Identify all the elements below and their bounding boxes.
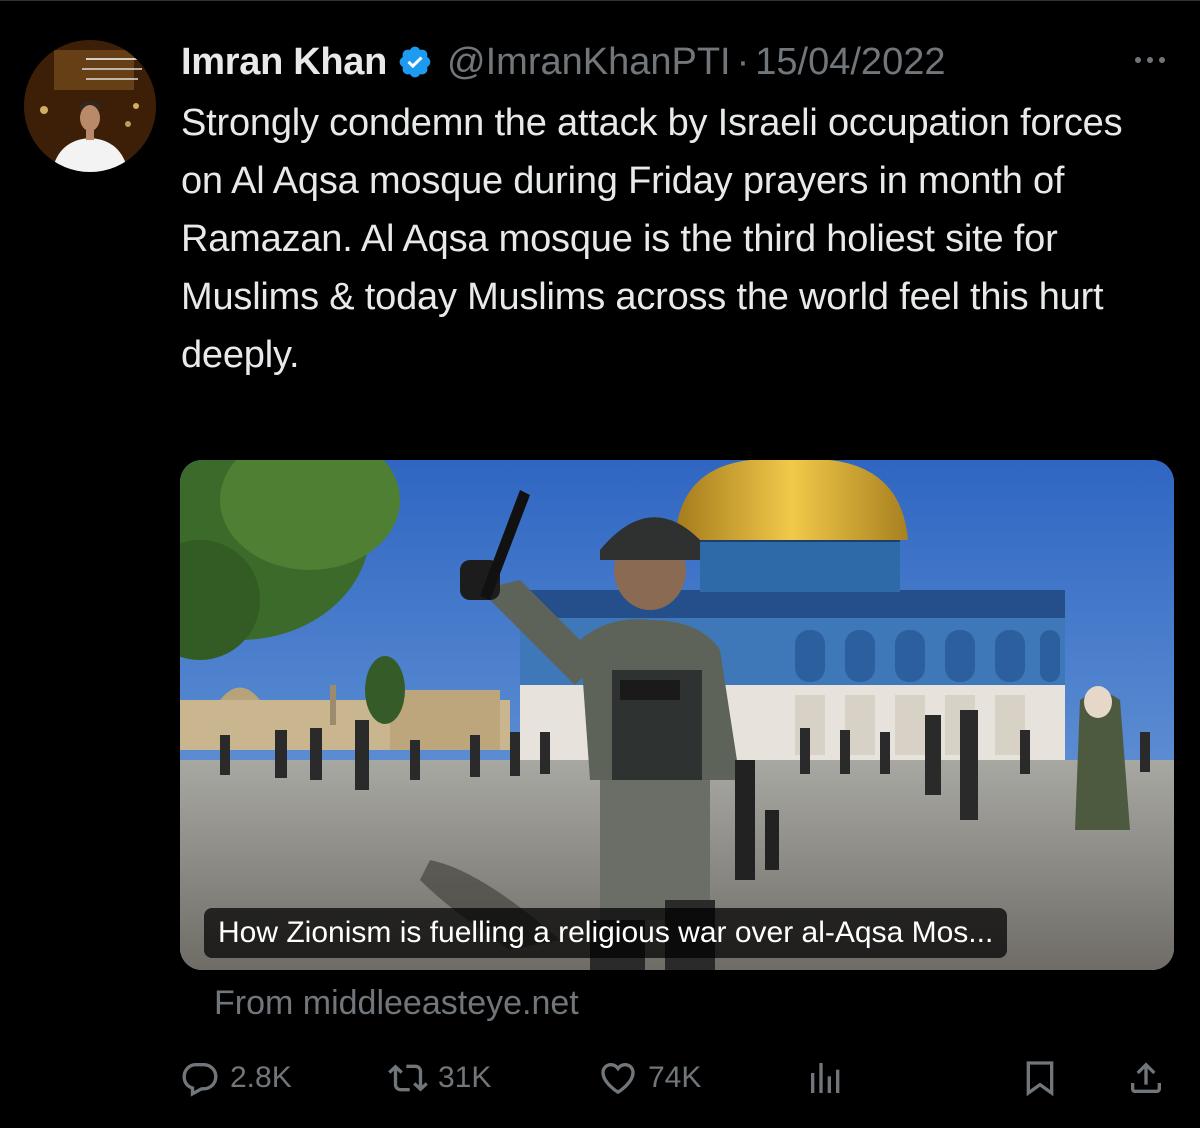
- more-options-icon[interactable]: [1124, 42, 1176, 78]
- link-card-image: [180, 460, 1174, 970]
- avatar-photo: [24, 40, 156, 172]
- like-button[interactable]: 74K: [598, 1050, 701, 1106]
- retweet-icon: [388, 1064, 428, 1092]
- reply-icon: [182, 1063, 218, 1097]
- tweet-text: Strongly condemn the attack by Israeli o…: [181, 102, 1123, 376]
- share-icon: [1131, 1062, 1161, 1093]
- verified-badge-icon[interactable]: [397, 44, 433, 80]
- reply-button[interactable]: 2.8K: [180, 1050, 292, 1106]
- avatar[interactable]: [24, 40, 156, 172]
- views-button[interactable]: [806, 1050, 846, 1106]
- share-button[interactable]: [1126, 1050, 1166, 1106]
- reply-count: 2.8K: [230, 1061, 292, 1094]
- tweet[interactable]: Imran Khan @ImranKhanPTI · 15/04/2022 St…: [0, 0, 1200, 1128]
- timestamp[interactable]: 15/04/2022: [755, 41, 945, 84]
- retweet-button[interactable]: 31K: [388, 1050, 491, 1106]
- heart-icon: [601, 1062, 635, 1095]
- like-count: 74K: [648, 1061, 702, 1094]
- link-card-source[interactable]: From middleeasteye.net: [214, 984, 579, 1023]
- separator: ·: [736, 40, 750, 83]
- action-bar: 2.8K 31K 74K: [0, 1050, 1200, 1106]
- analytics-icon: [811, 1063, 840, 1093]
- link-card-title[interactable]: How Zionism is fuelling a religious war …: [204, 908, 1008, 958]
- link-card[interactable]: [180, 460, 1174, 970]
- bookmark-icon: [1026, 1061, 1054, 1097]
- handle[interactable]: @ImranKhanPTI: [447, 41, 731, 84]
- retweet-count: 31K: [438, 1061, 492, 1094]
- display-name[interactable]: Imran Khan: [181, 41, 387, 84]
- tweet-header: Imran Khan @ImranKhanPTI · 15/04/2022: [181, 38, 945, 86]
- bookmark-button[interactable]: [1020, 1050, 1060, 1106]
